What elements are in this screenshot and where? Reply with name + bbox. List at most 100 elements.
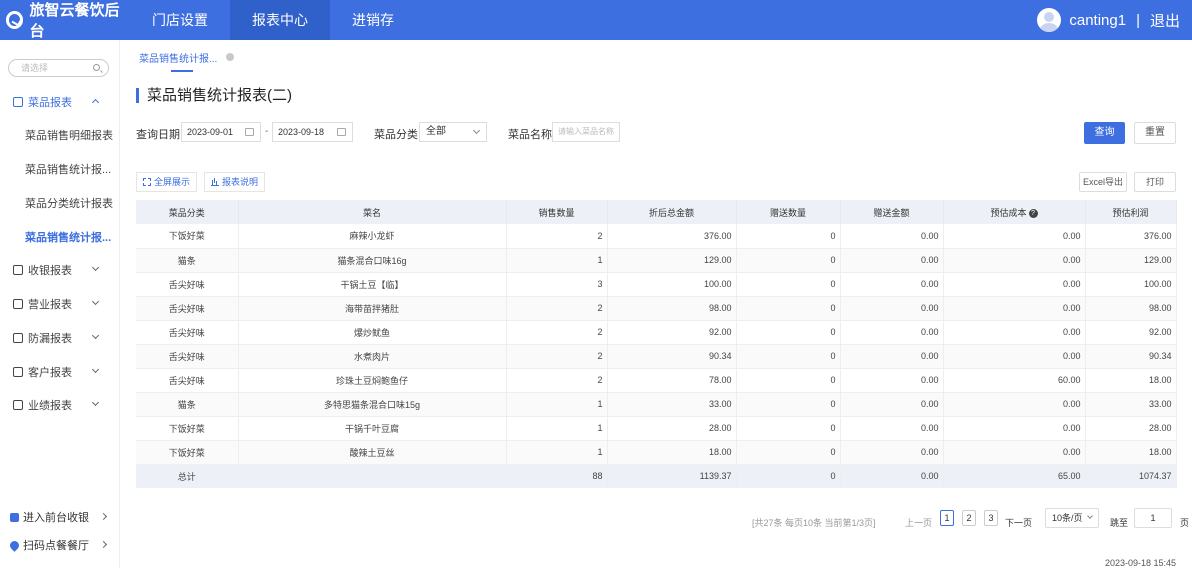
sidebar-item-dish-sales-stats-2[interactable]: 菜品销售统计报... [0, 227, 120, 249]
date-start-input[interactable]: 2023-09-01 [181, 122, 261, 142]
tab-dish-sales-stats[interactable]: 菜品销售统计报... [139, 50, 217, 65]
category-label: 菜品分类 [374, 129, 418, 141]
sidebar-group-business-reports[interactable]: 营业报表 [0, 293, 120, 315]
column-header-cost[interactable]: 预估成本? [943, 200, 1086, 224]
date-end-value: 2023-09-18 [278, 127, 325, 137]
table-row[interactable]: 舌尖好味 水煮肉片 2 90.34 0 0.00 0.00 90.34 [136, 344, 1177, 369]
sidebar-group-performance-reports[interactable]: 业绩报表 [0, 394, 120, 416]
total-cell-est-profit: 1074.37 [1085, 464, 1177, 488]
page-button-1[interactable]: 1 [940, 510, 954, 526]
cell-gift-qty: 0 [736, 440, 841, 465]
column-header[interactable]: 预估利润 [1085, 200, 1177, 224]
table-row[interactable]: 舌尖好味 珍珠土豆焖鲍鱼仔 2 78.00 0 0.00 60.00 18.00 [136, 368, 1177, 393]
column-header[interactable]: 菜品分类 [136, 200, 239, 224]
cell-gift-qty: 0 [736, 224, 841, 249]
table-row[interactable]: 下饭好菜 酸辣土豆丝 1 18.00 0 0.00 0.00 18.00 [136, 440, 1177, 465]
table-row[interactable]: 舌尖好味 干锅土豆【临】 3 100.00 0 0.00 0.00 100.00 [136, 272, 1177, 297]
username[interactable]: canting1 [1069, 12, 1126, 29]
nav-inventory[interactable]: 进销存 [330, 0, 416, 40]
cell-est-cost: 0.00 [943, 224, 1086, 249]
query-button[interactable]: 查询 [1084, 122, 1125, 144]
cell-gift-qty: 0 [736, 416, 841, 441]
page-button-3[interactable]: 3 [984, 510, 998, 526]
column-header[interactable]: 销售数量 [506, 200, 608, 224]
cell-dish-name: 干锅千叶豆腐 [238, 416, 507, 441]
cell-discount-amount: 33.00 [607, 392, 737, 417]
jump-label: 跳至 [1110, 518, 1129, 528]
print-button[interactable]: 打印 [1134, 172, 1176, 192]
page-size-value: 10条/页 [1052, 513, 1083, 523]
business-report-icon [13, 299, 23, 309]
timestamp: 2023-09-18 15:45 [1104, 558, 1176, 568]
excel-export-button[interactable]: Excel导出 [1079, 172, 1127, 192]
logout-link[interactable]: 退出 [1150, 10, 1180, 31]
cell-gift-amount: 0.00 [840, 416, 944, 441]
close-icon[interactable] [226, 53, 234, 61]
sidebar-item-dish-category-stats[interactable]: 菜品分类统计报表 [0, 193, 120, 215]
column-header[interactable]: 折后总金额 [607, 200, 737, 224]
cell-gift-amount: 0.00 [840, 368, 944, 393]
cell-category: 下饭好菜 [136, 416, 239, 441]
cell-gift-amount: 0.00 [840, 440, 944, 465]
avatar-icon[interactable] [1037, 8, 1062, 32]
cell-sales-qty: 1 [506, 440, 608, 465]
table-row[interactable]: 下饭好菜 干锅千叶豆腐 1 28.00 0 0.00 0.00 28.00 [136, 416, 1177, 441]
fullscreen-label: 全屏展示 [154, 177, 191, 187]
category-select[interactable]: 全部 [419, 122, 487, 142]
logo-icon [6, 11, 24, 29]
sidebar-group-dish-reports[interactable]: 菜品报表 [0, 91, 120, 113]
table-row[interactable]: 下饭好菜 麻辣小龙虾 2 376.00 0 0.00 0.00 376.00 [136, 224, 1177, 249]
sidebar-link-scan-order[interactable]: 扫码点餐餐厅 [0, 535, 120, 555]
sidebar-group-label: 业绩报表 [28, 400, 72, 412]
column-header[interactable]: 菜名 [238, 200, 507, 224]
jump-page-input[interactable]: 1 [1134, 508, 1172, 528]
prev-page-button[interactable]: 上一页 [905, 516, 932, 529]
sidebar-group-cashier-reports[interactable]: 收银报表 [0, 259, 120, 281]
table-header-row: 菜品分类 菜名 销售数量 折后总金额 赠送数量 赠送金额 预估成本? 预估利润 [136, 200, 1177, 224]
sidebar-search-placeholder: 请选择 [21, 63, 49, 73]
cell-est-cost: 60.00 [943, 368, 1086, 393]
nav-report-center[interactable]: 报表中心 [230, 0, 330, 40]
fullscreen-button[interactable]: 全屏展示 [136, 172, 198, 192]
table-row[interactable]: 舌尖好味 海带苗拌猪肚 2 98.00 0 0.00 0.00 98.00 [136, 296, 1177, 321]
chevron-right-icon [99, 512, 108, 521]
sidebar: 请选择 菜品报表 菜品销售明细报表 菜品销售统计报... 菜品分类统计报表 菜品… [0, 40, 120, 568]
column-header[interactable]: 赠送数量 [736, 200, 841, 224]
sidebar-item-dish-sales-detail[interactable]: 菜品销售明细报表 [0, 125, 120, 147]
cell-gift-qty: 0 [736, 272, 841, 297]
sidebar-item-dish-sales-stats[interactable]: 菜品销售统计报... [0, 159, 120, 181]
top-nav: 门店设置 报表中心 进销存 [130, 0, 416, 40]
cell-est-profit: 28.00 [1085, 416, 1177, 441]
cell-est-cost: 0.00 [943, 344, 1086, 369]
page-button-2[interactable]: 2 [962, 510, 976, 526]
reset-button[interactable]: 重置 [1134, 122, 1176, 144]
sidebar-group-label: 菜品报表 [28, 97, 72, 109]
dish-name-input[interactable]: 请输入菜品名称 [552, 122, 620, 142]
total-cell-est-cost: 65.00 [943, 464, 1086, 488]
date-end-input[interactable]: 2023-09-18 [272, 122, 353, 142]
nav-store-settings[interactable]: 门店设置 [130, 0, 230, 40]
sidebar-link-front-cashier[interactable]: 进入前台收银 [0, 507, 120, 527]
sidebar-search-input[interactable]: 请选择 [8, 59, 109, 77]
sidebar-group-customer-reports[interactable]: 客户报表 [0, 361, 120, 383]
column-header[interactable]: 赠送金额 [840, 200, 944, 224]
table-row[interactable]: 猫条 多特思猫条混合口味15g 1 33.00 0 0.00 0.00 33.00 [136, 392, 1177, 417]
app-logo[interactable]: 旅智云餐饮后台 [0, 0, 130, 41]
sidebar-foot-label: 进入前台收银 [23, 512, 89, 524]
category-value: 全部 [426, 126, 446, 137]
cell-gift-amount: 0.00 [840, 248, 944, 273]
report-description-button[interactable]: 报表说明 [204, 172, 266, 192]
sidebar-group-label: 收银报表 [28, 265, 72, 277]
table-row[interactable]: 猫条 猫条混合口味16g 1 129.00 0 0.00 0.00 129.00 [136, 248, 1177, 273]
chevron-right-icon [99, 540, 108, 549]
table-row[interactable]: 舌尖好味 爆炒鱿鱼 2 92.00 0 0.00 0.00 92.00 [136, 320, 1177, 345]
cell-dish-name: 海带苗拌猪肚 [238, 296, 507, 321]
next-page-button[interactable]: 下一页 [1005, 516, 1032, 529]
page-size-select[interactable]: 10条/页 [1045, 508, 1099, 528]
cell-dish-name: 水煮肉片 [238, 344, 507, 369]
cell-est-cost: 0.00 [943, 440, 1086, 465]
cell-discount-amount: 129.00 [607, 248, 737, 273]
cell-gift-amount: 0.00 [840, 320, 944, 345]
sidebar-group-leak-reports[interactable]: 防漏报表 [0, 327, 120, 349]
help-icon[interactable]: ? [1028, 208, 1038, 218]
